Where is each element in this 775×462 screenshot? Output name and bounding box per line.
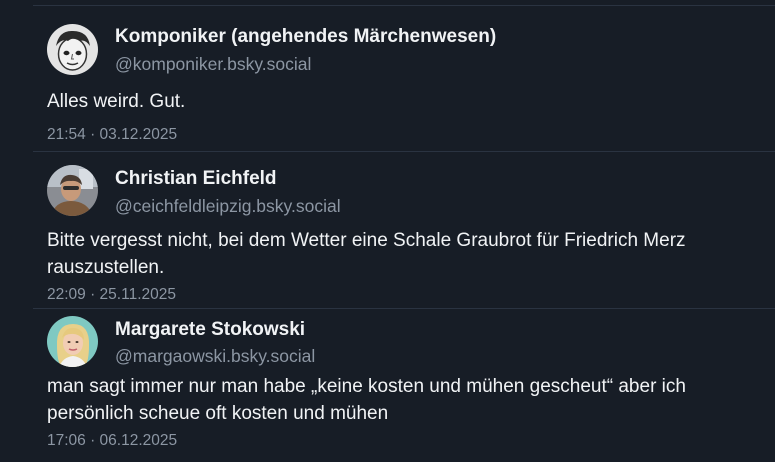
author-name[interactable]: Komponiker (angehendes Märchenwesen) [115,26,496,48]
post-item[interactable]: Komponiker (angehendes Märchenwesen) @ko… [33,6,775,152]
author-handle[interactable]: @ceichfeldleipzig.bsky.social [115,196,341,217]
post-timestamp[interactable]: 17:06 · 06.12.2025 [47,432,177,450]
author-handle[interactable]: @margaowski.bsky.social [115,346,315,367]
post-feed: Komponiker (angehendes Märchenwesen) @ko… [0,0,775,462]
post-text: man sagt immer nur man habe „keine koste… [47,376,686,424]
avatar[interactable] [47,165,98,216]
avatar-photo-icon [47,165,98,216]
post-timestamp[interactable]: 21:54 · 03.12.2025 [47,126,177,144]
post-timestamp[interactable]: 22:09 · 25.11.2025 [47,286,176,304]
post-text: Alles weird. Gut. [47,91,186,112]
avatar-cartoon-face-icon [47,24,98,75]
author-name[interactable]: Christian Eichfeld [115,168,277,190]
post-item[interactable]: Christian Eichfeld @ceichfeldleipzig.bsk… [33,152,775,309]
avatar-photo-icon [47,316,98,367]
post-text: Bitte vergesst nicht, bei dem Wetter ein… [47,230,686,278]
author-handle[interactable]: @komponiker.bsky.social [115,54,311,75]
author-name[interactable]: Margarete Stokowski [115,319,305,341]
avatar[interactable] [47,24,98,75]
post-item[interactable]: Margarete Stokowski @margaowski.bsky.soc… [33,309,775,462]
avatar[interactable] [47,316,98,367]
